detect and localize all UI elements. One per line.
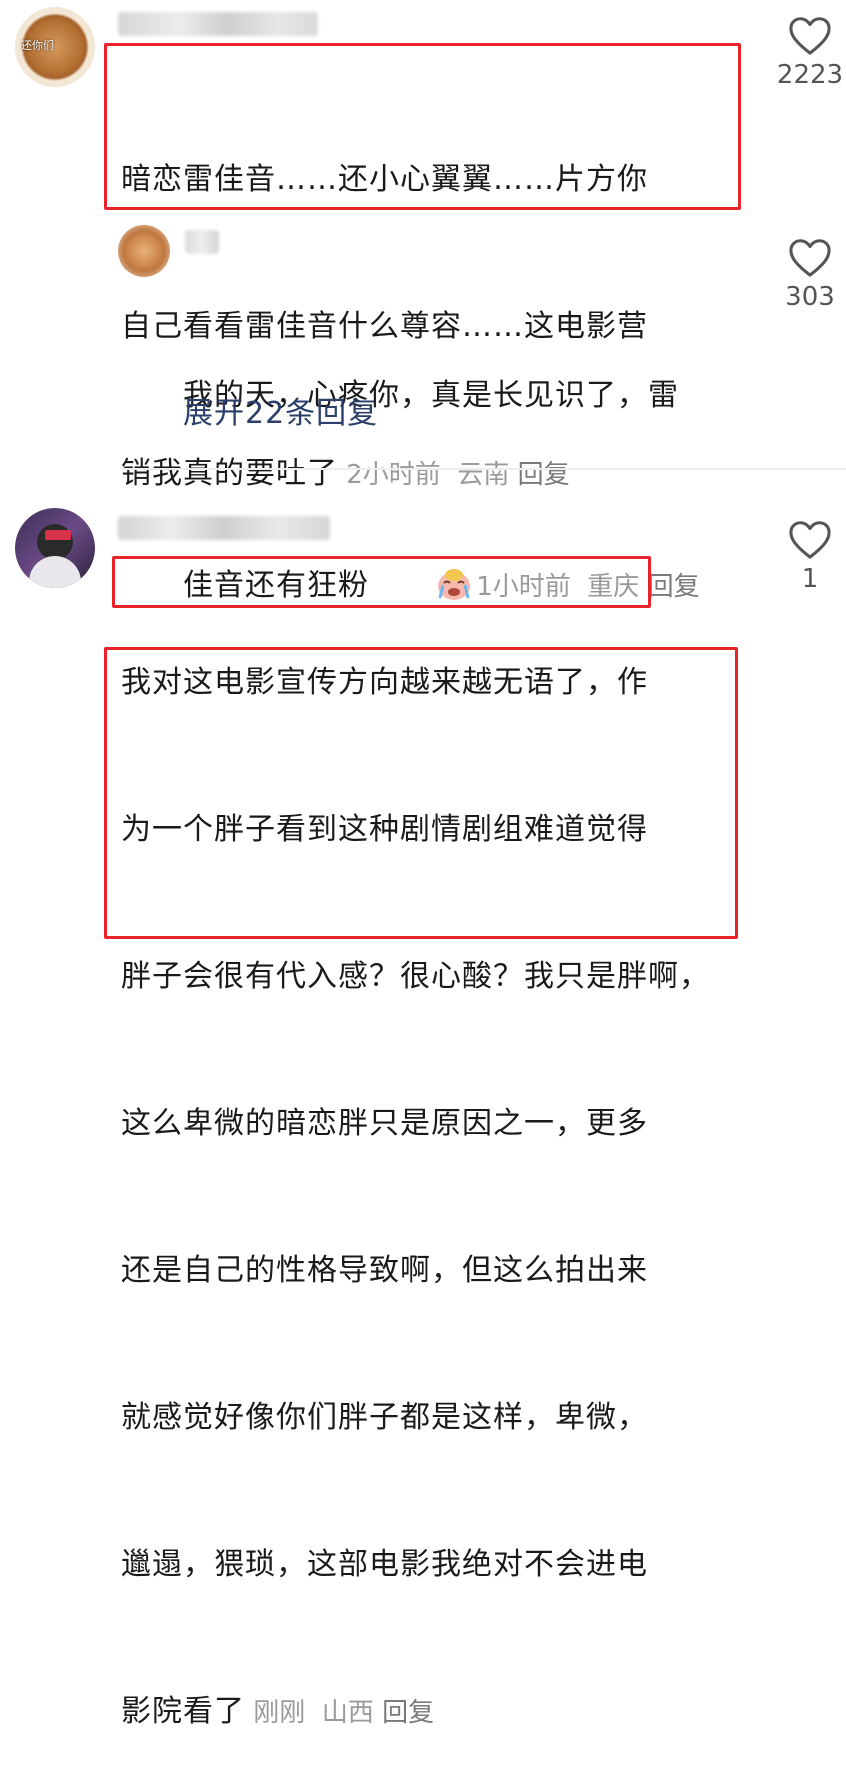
heart-icon[interactable] (787, 14, 833, 56)
reply-avatar[interactable] (118, 225, 170, 277)
comment-line: 我对这电影宣传方向越来越无语了，作 (121, 665, 648, 700)
heart-icon[interactable] (787, 236, 833, 278)
like-count: 303 (785, 282, 835, 312)
comment-line: 影院看了 (121, 1694, 245, 1729)
comment-line: 就感觉好像你们胖子都是这样，卑微， (121, 1400, 648, 1435)
like-count: 2223 (776, 60, 844, 90)
heart-icon[interactable] (787, 518, 833, 560)
person-body (29, 556, 81, 588)
user-avatar[interactable] (15, 508, 95, 588)
avatar-badge (45, 530, 71, 540)
comment-line: 还是自己的性格导致啊，但这么拍出来 (121, 1253, 648, 1288)
comment-line: 这么卑微的暗恋胖只是原因之一，更多 (121, 1106, 648, 1141)
username-blurred[interactable] (118, 516, 330, 540)
like-button[interactable]: 1 (776, 518, 844, 594)
comment-text: 我对这电影宣传方向越来越无语了，作 为一个胖子看到这种剧情剧组难道觉得 胖子会很… (121, 560, 741, 1787)
username-blurred[interactable] (118, 12, 318, 36)
comment-time: 刚刚 (253, 1698, 306, 1728)
avatar-label: 还你们 (21, 39, 54, 52)
reply-button[interactable]: 回复 (382, 1698, 434, 1728)
like-button[interactable]: 2223 (776, 14, 844, 90)
comment-line: 为一个胖子看到这种剧情剧组难道觉得 (121, 812, 648, 847)
comment-line: 邋遢，猥琐，这部电影我绝对不会进电 (121, 1547, 648, 1582)
comment-line: 暗恋雷佳音……还小心翼翼……片方你 (121, 162, 648, 197)
user-avatar[interactable]: 还你们 (15, 7, 95, 87)
tiger-avatar-icon (126, 235, 162, 267)
username-blurred[interactable] (185, 230, 219, 254)
like-count: 1 (801, 564, 819, 594)
comment-location: 山西 (321, 1698, 374, 1728)
comment-line: 胖子会很有代入感？很心酸？我只是胖啊， (121, 959, 710, 994)
like-button[interactable]: 303 (776, 236, 844, 312)
divider (120, 468, 846, 470)
expand-replies-link[interactable]: 展开22条回复 (183, 388, 378, 432)
